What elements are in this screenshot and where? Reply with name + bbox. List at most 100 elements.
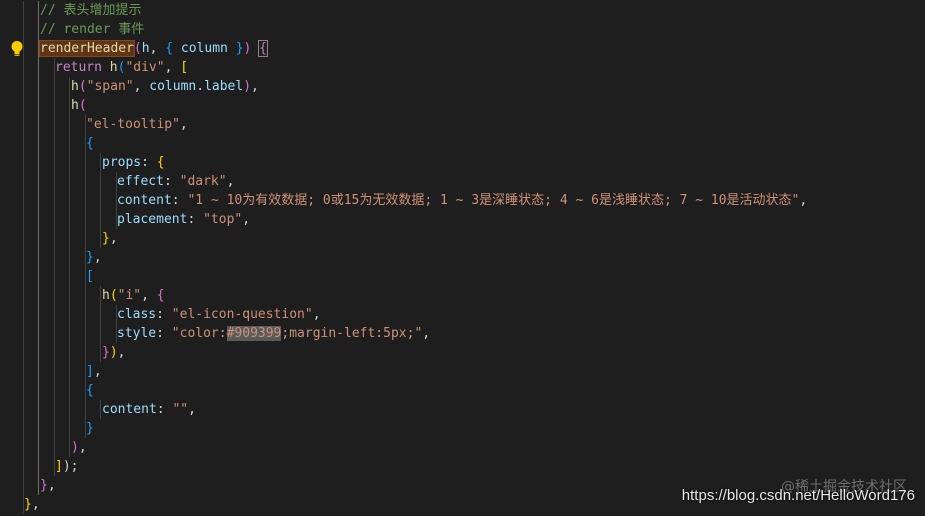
code-line[interactable]: props: { bbox=[0, 153, 925, 172]
indent-guide bbox=[38, 343, 39, 362]
indent-guide bbox=[69, 381, 70, 400]
code-token: ( bbox=[133, 41, 142, 56]
code-line[interactable]: { bbox=[0, 381, 925, 400]
code-token: , bbox=[117, 345, 126, 360]
code-line[interactable]: [ bbox=[0, 267, 925, 286]
code-token: } bbox=[86, 421, 94, 436]
code-text: style: "color:#909399;margin-left:5px;", bbox=[117, 324, 430, 343]
code-token: { bbox=[258, 40, 268, 57]
indent-guide bbox=[23, 419, 24, 438]
code-line[interactable]: } bbox=[0, 419, 925, 438]
code-text: content: "1 ~ 10为有效数据; 0或15为无效数据; 1 ~ 3是… bbox=[117, 191, 807, 210]
code-line[interactable]: placement: "top", bbox=[0, 210, 925, 229]
code-token: { bbox=[165, 41, 174, 56]
code-line[interactable]: content: "1 ~ 10为有效数据; 0或15为无效数据; 1 ~ 3是… bbox=[0, 191, 925, 210]
code-token: "" bbox=[172, 402, 189, 417]
indent-guide bbox=[69, 191, 70, 210]
indent-guide bbox=[69, 286, 70, 305]
code-editor[interactable]: // 表头增加提示// render 事件 renderHeader(h, { c… bbox=[0, 0, 925, 516]
code-text: h("i", { bbox=[102, 286, 165, 305]
code-token: ) bbox=[109, 345, 118, 360]
code-token: { bbox=[156, 155, 165, 170]
code-token: { bbox=[156, 288, 165, 303]
code-line[interactable]: class: "el-icon-question", bbox=[0, 305, 925, 324]
indent-guide bbox=[85, 229, 86, 248]
code-token: // 表头增加提示 bbox=[40, 3, 142, 18]
code-token: renderHeader bbox=[39, 40, 135, 57]
code-token: column bbox=[149, 79, 197, 94]
indent-guide bbox=[54, 96, 55, 115]
code-token: "1 ~ 10为有效数据; 0或15为无效数据; 1 ~ 3是深睡状态; 4 ~… bbox=[187, 193, 800, 208]
code-text: [ bbox=[86, 267, 94, 286]
code-token: h bbox=[71, 79, 79, 94]
code-line[interactable]: { bbox=[0, 134, 925, 153]
code-token: , bbox=[47, 478, 56, 493]
code-token: ] bbox=[55, 459, 63, 474]
code-token: h bbox=[71, 98, 79, 113]
code-text: h("span", column.label), bbox=[71, 77, 259, 96]
indent-guide bbox=[23, 267, 24, 286]
code-line[interactable]: "el-tooltip", bbox=[0, 115, 925, 134]
code-text: ), bbox=[71, 438, 87, 457]
indent-guide bbox=[100, 305, 101, 324]
code-token: [ bbox=[180, 60, 189, 75]
indent-guide bbox=[100, 400, 101, 419]
code-line[interactable]: // 表头增加提示 bbox=[0, 1, 925, 20]
code-line[interactable]: }), bbox=[0, 343, 925, 362]
code-line[interactable]: h("i", { bbox=[0, 286, 925, 305]
indent-guide bbox=[23, 96, 24, 115]
code-token: h bbox=[141, 41, 150, 56]
indent-guide bbox=[100, 153, 101, 172]
code-line[interactable]: content: "", bbox=[0, 400, 925, 419]
code-token: "span" bbox=[86, 79, 134, 94]
code-token: ) bbox=[243, 79, 252, 94]
code-token: [ bbox=[86, 269, 94, 284]
indent-guide bbox=[38, 381, 39, 400]
indent-guide bbox=[38, 39, 39, 58]
code-line[interactable]: effect: "dark", bbox=[0, 172, 925, 191]
code-token: "top" bbox=[203, 212, 243, 227]
indent-guide bbox=[38, 210, 39, 229]
indent-guide bbox=[23, 134, 24, 153]
code-token: , bbox=[141, 288, 157, 303]
indent-guide bbox=[23, 210, 24, 229]
indent-guide bbox=[100, 324, 101, 343]
indent-guide bbox=[85, 191, 86, 210]
code-line[interactable]: ]); bbox=[0, 457, 925, 476]
indent-guide bbox=[38, 438, 39, 457]
code-line[interactable]: h("span", column.label), bbox=[0, 77, 925, 96]
indent-guide bbox=[100, 172, 101, 191]
watermark-url: https://blog.csdn.net/HelloWord176 bbox=[681, 487, 915, 504]
code-line[interactable]: }, bbox=[0, 229, 925, 248]
indent-guide bbox=[38, 191, 39, 210]
code-token: : bbox=[163, 174, 180, 189]
code-line[interactable]: renderHeader(h, { column }) { bbox=[0, 39, 925, 58]
indent-guide bbox=[38, 172, 39, 191]
code-text: } bbox=[86, 419, 94, 438]
code-text: content: "", bbox=[102, 400, 196, 419]
indent-guide bbox=[23, 362, 24, 381]
code-token: , bbox=[149, 41, 166, 56]
code-line[interactable]: return h("div", [ bbox=[0, 58, 925, 77]
indent-guide bbox=[54, 134, 55, 153]
code-line[interactable]: // render 事件 bbox=[0, 20, 925, 39]
code-token: ( bbox=[109, 288, 118, 303]
indent-guide bbox=[23, 229, 24, 248]
code-text: ], bbox=[86, 362, 102, 381]
indent-guide bbox=[69, 343, 70, 362]
indent-guide bbox=[23, 115, 24, 134]
code-token: "el-icon-question" bbox=[171, 307, 313, 322]
code-line[interactable]: h( bbox=[0, 96, 925, 115]
indent-guide bbox=[69, 400, 70, 419]
code-token: , bbox=[133, 79, 150, 94]
indent-guide bbox=[69, 134, 70, 153]
code-line[interactable]: ), bbox=[0, 438, 925, 457]
code-line[interactable]: }, bbox=[0, 248, 925, 267]
code-text: "el-tooltip", bbox=[86, 115, 188, 134]
lightbulb-icon[interactable] bbox=[10, 40, 24, 58]
code-line[interactable]: style: "color:#909399;margin-left:5px;", bbox=[0, 324, 925, 343]
code-line[interactable]: ], bbox=[0, 362, 925, 381]
indent-guide bbox=[23, 77, 24, 96]
code-token: content bbox=[117, 193, 172, 208]
indent-guide bbox=[54, 115, 55, 134]
